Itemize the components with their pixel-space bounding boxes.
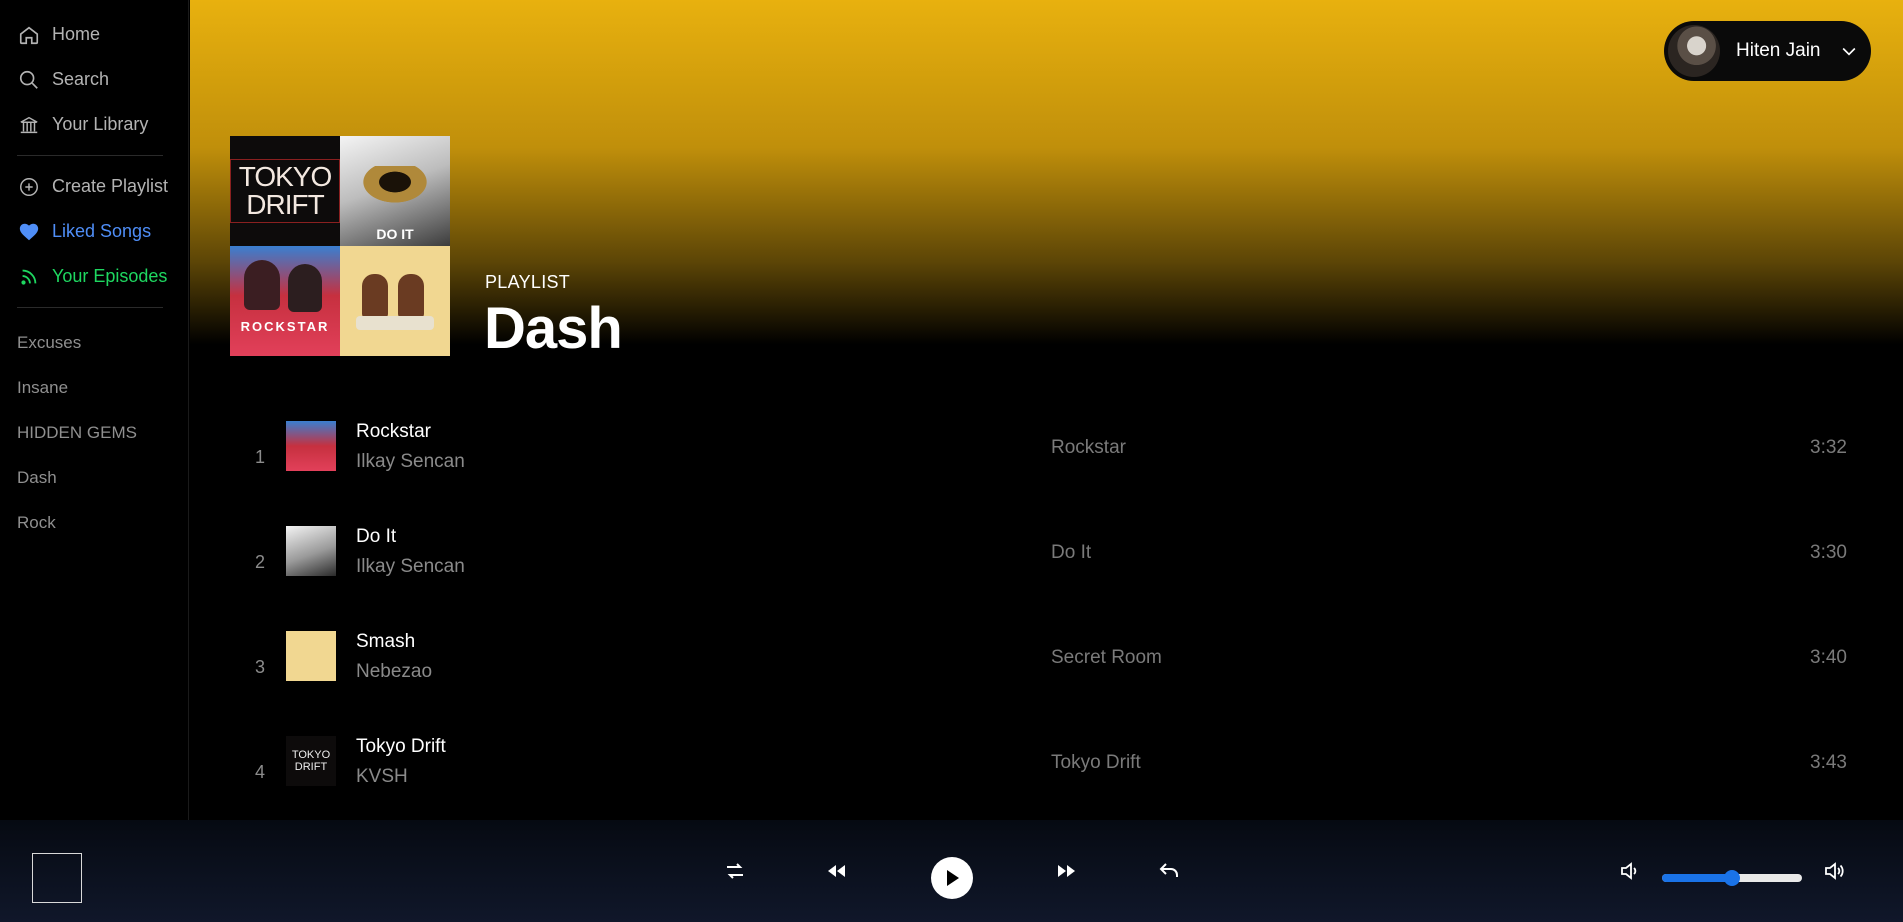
play-icon <box>947 870 959 886</box>
track-album[interactable]: Secret Room <box>1051 647 1162 669</box>
playlist-item[interactable]: Dash <box>0 455 188 500</box>
user-menu-button[interactable]: Hiten Jain <box>1664 21 1871 81</box>
nav-home[interactable]: Home <box>0 12 188 57</box>
track-title: Smash <box>356 631 416 652</box>
cover-tile-doit-label: DO IT <box>376 226 414 242</box>
cover-tile-smash <box>340 246 450 356</box>
figure-image <box>244 260 280 310</box>
player-bar <box>0 820 1903 922</box>
home-icon <box>17 23 41 47</box>
nav-liked-songs[interactable]: Liked Songs <box>0 209 188 254</box>
track-artwork: TOKYO DRIFT <box>286 736 336 786</box>
track-artist[interactable]: Nebezao <box>356 661 432 683</box>
track-artwork-label: TOKYO DRIFT <box>291 749 331 773</box>
track-artist[interactable]: Ilkay Sencan <box>356 451 465 473</box>
track-row[interactable]: 3 Smash Nebezao Secret Room 3:40 <box>190 615 1903 720</box>
fast-forward-icon <box>1058 865 1075 877</box>
playlist-type-label: PLAYLIST <box>485 272 571 292</box>
volume-slider-thumb[interactable] <box>1724 870 1740 886</box>
nav-search[interactable]: Search <box>0 57 188 102</box>
track-artwork <box>286 631 336 681</box>
track-artist[interactable]: KVSH <box>356 766 408 788</box>
track-duration: 3:32 <box>1810 437 1847 458</box>
nav-create-playlist-label: Create Playlist <box>52 176 169 196</box>
undo-icon <box>1159 863 1178 877</box>
track-number: 1 <box>254 447 265 467</box>
nav-create-playlist[interactable]: Create Playlist <box>0 164 188 209</box>
play-button[interactable] <box>931 857 973 899</box>
figure-image <box>362 274 388 318</box>
search-icon <box>17 68 41 92</box>
shuffle-button[interactable] <box>721 857 749 885</box>
cover-tile-tokyo-drift: TOKYO DRIFT <box>230 136 340 246</box>
repeat-button[interactable] <box>1155 857 1183 885</box>
nav-search-label: Search <box>52 69 110 89</box>
library-icon <box>17 113 41 137</box>
volume-slider[interactable] <box>1662 870 1802 886</box>
cover-tile-rockstar: ROCKSTAR <box>230 246 340 356</box>
rss-icon <box>17 265 41 289</box>
couch-image <box>356 316 434 330</box>
rewind-button[interactable] <box>823 857 851 885</box>
playlist-item[interactable]: Excuses <box>0 320 188 365</box>
playlist-item[interactable]: HIDDEN GEMS <box>0 410 188 455</box>
track-duration: 3:40 <box>1810 647 1847 668</box>
page-title: Dash <box>484 296 623 361</box>
volume-slider-fill <box>1662 874 1732 882</box>
cover-tile-rockstar-label: ROCKSTAR <box>240 319 330 334</box>
playlist-item[interactable]: Insane <box>0 365 188 410</box>
track-duration: 3:43 <box>1810 752 1847 773</box>
track-artwork <box>286 526 336 576</box>
track-album[interactable]: Tokyo Drift <box>1051 752 1141 774</box>
track-title: Tokyo Drift <box>356 736 446 757</box>
track-album[interactable]: Rockstar <box>1051 437 1126 459</box>
track-row[interactable]: 2 Do It Ilkay Sencan Do It 3:30 <box>190 510 1903 615</box>
track-title: Rockstar <box>356 421 431 442</box>
playlist-list: Excuses Insane HIDDEN GEMS Dash Rock <box>0 316 188 545</box>
volume-low-icon <box>1621 862 1637 880</box>
playlist-item[interactable]: Rock <box>0 500 188 545</box>
track-artist[interactable]: Ilkay Sencan <box>356 556 465 578</box>
nav-your-episodes[interactable]: Your Episodes <box>0 254 188 299</box>
cover-tile-tokyo-label: TOKYO DRIFT <box>230 159 340 223</box>
track-number: 4 <box>254 762 265 782</box>
track-number: 3 <box>254 657 265 677</box>
track-row[interactable]: 1 Rockstar Ilkay Sencan Rockstar 3:32 <box>190 405 1903 510</box>
nav-home-label: Home <box>52 24 101 44</box>
figure-image <box>288 264 322 312</box>
volume-high-icon <box>1825 862 1844 880</box>
cover-tile-do-it: DO IT <box>340 136 450 246</box>
figure-image <box>398 274 424 318</box>
sidebar-divider <box>17 155 163 156</box>
playlist-cover: TOKYO DRIFT DO IT ROCKSTAR <box>230 136 450 356</box>
track-album[interactable]: Do It <box>1051 542 1091 564</box>
nav-your-episodes-label: Your Episodes <box>52 266 168 286</box>
volume-high-button[interactable] <box>1820 857 1848 885</box>
nav-library-label: Your Library <box>52 114 149 134</box>
sidebar: Home Search Your Library Create Playlist… <box>0 0 189 820</box>
track-title: Do It <box>356 526 397 547</box>
track-row[interactable]: 4 TOKYO DRIFT Tokyo Drift KVSH Tokyo Dri… <box>190 720 1903 820</box>
lips-image <box>358 166 432 206</box>
shuffle-icon <box>727 863 743 879</box>
main-content: Hiten Jain TOKYO DRIFT DO IT ROCKSTAR PL… <box>190 0 1903 820</box>
nav-library[interactable]: Your Library <box>0 102 188 147</box>
plus-circle-icon <box>17 175 41 199</box>
avatar <box>1668 25 1720 77</box>
track-number: 2 <box>254 552 265 572</box>
track-artwork <box>286 421 336 471</box>
chevron-down-icon <box>1842 47 1855 56</box>
nav-liked-songs-label: Liked Songs <box>52 221 152 241</box>
heart-icon <box>17 220 41 244</box>
fast-forward-button[interactable] <box>1052 857 1080 885</box>
sidebar-divider <box>17 307 163 308</box>
user-name: Hiten Jain <box>1736 40 1821 61</box>
rewind-icon <box>828 865 845 877</box>
now-playing-artwork <box>32 853 82 903</box>
track-list: 1 Rockstar Ilkay Sencan Rockstar 3:32 2 … <box>190 405 1903 820</box>
volume-low-button[interactable] <box>1616 857 1644 885</box>
track-duration: 3:30 <box>1810 542 1847 563</box>
